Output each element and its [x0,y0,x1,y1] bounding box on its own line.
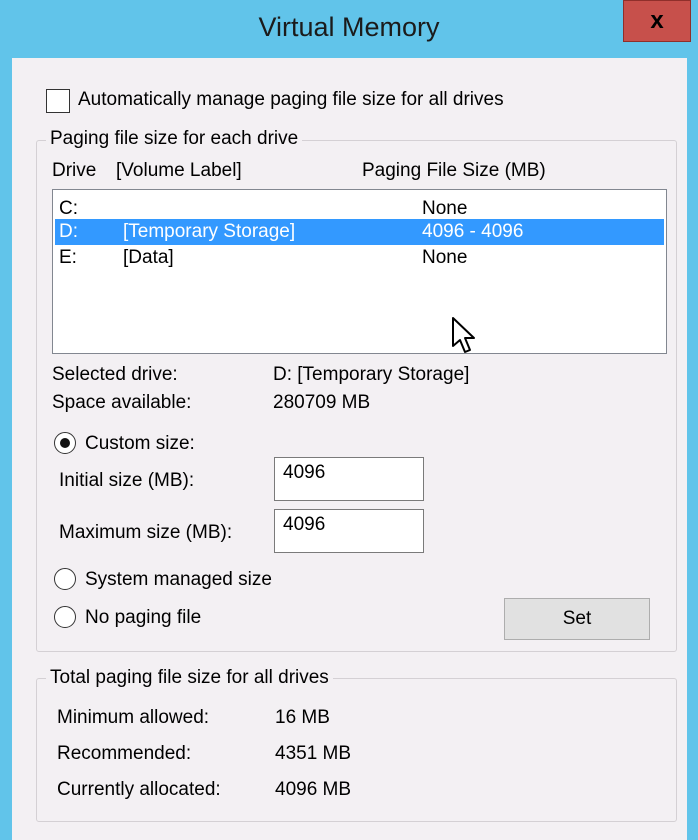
set-button[interactable]: Set [504,598,650,640]
drive-volume-label: [Temporary Storage] [123,221,296,242]
drive-paging-size: None [422,247,468,268]
minimum-allowed-value: 16 MB [275,707,330,728]
no-paging-label[interactable]: No paging file [85,607,201,629]
drive-row-e[interactable]: E: [Data] None [55,245,664,271]
custom-size-label[interactable]: Custom size: [85,433,195,455]
initial-size-input[interactable]: 4096 [274,457,424,501]
maximum-size-label: Maximum size (MB): [59,522,233,543]
close-button[interactable]: x [623,0,691,42]
recommended-label: Recommended: [57,743,192,764]
close-icon: x [650,7,664,34]
header-volume-label: [Volume Label] [116,160,242,181]
mouse-pointer-icon [452,317,475,353]
header-drive: Drive [52,160,97,181]
radio-selected-dot [60,438,70,448]
drive-volume-label: [Data] [123,247,174,268]
no-paging-radio[interactable] [54,606,76,628]
initial-size-label: Initial size (MB): [59,470,195,491]
title-bar: Virtual Memory x [0,0,698,58]
selected-drive-value: D: [Temporary Storage] [273,364,470,385]
maximum-size-input[interactable]: 4096 [274,509,424,553]
space-available-value: 280709 MB [273,392,371,413]
drive-letter: C: [59,198,78,219]
minimum-allowed-label: Minimum allowed: [57,707,210,728]
system-managed-label[interactable]: System managed size [85,569,272,591]
recommended-value: 4351 MB [275,743,352,764]
drive-row-d[interactable]: D: [Temporary Storage] 4096 - 4096 [55,219,664,245]
space-available-label: Space available: [52,392,192,413]
dialog-body: Automatically manage paging file size fo… [12,58,687,840]
drive-list[interactable]: C: None D: [Temporary Storage] 4096 - 40… [52,189,667,354]
currently-allocated-value: 4096 MB [275,779,352,800]
drive-group-legend: Paging file size for each drive [46,128,303,150]
window-title: Virtual Memory [258,12,440,42]
header-paging-size: Paging File Size (MB) [362,160,546,181]
drive-paging-size: None [422,198,468,219]
drive-letter: E: [59,247,77,268]
selected-drive-label: Selected drive: [52,364,178,385]
auto-manage-label[interactable]: Automatically manage paging file size fo… [78,89,504,111]
currently-allocated-label: Currently allocated: [57,779,221,800]
custom-size-radio[interactable] [54,432,76,454]
drive-paging-size: 4096 - 4096 [422,221,524,242]
total-group-legend: Total paging file size for all drives [46,667,333,689]
system-managed-radio[interactable] [54,568,76,590]
drive-letter: D: [59,221,78,242]
auto-manage-checkbox[interactable] [46,89,70,113]
